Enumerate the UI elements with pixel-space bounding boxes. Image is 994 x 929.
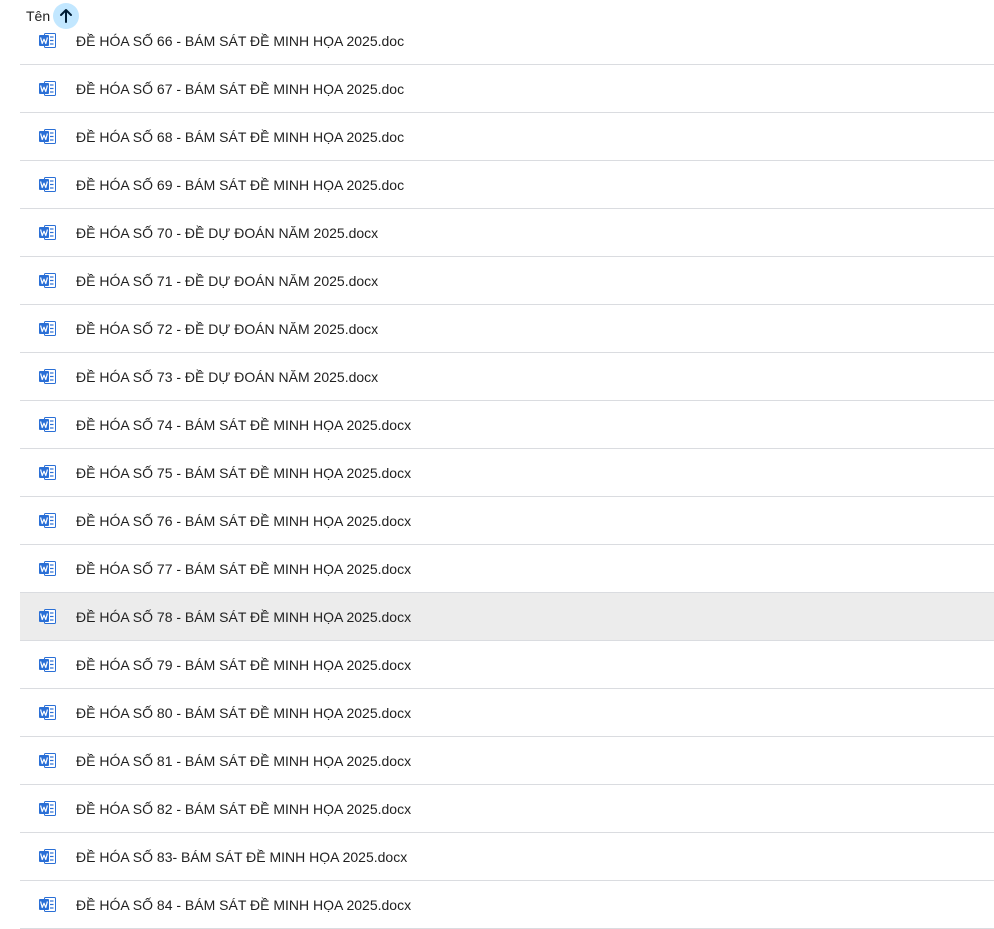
file-row-9[interactable]: ĐỀ HÓA SỐ 75 - BÁM SÁT ĐỀ MINH HỌA 2025.… bbox=[20, 449, 994, 497]
file-row-10[interactable]: ĐỀ HÓA SỐ 76 - BÁM SÁT ĐỀ MINH HỌA 2025.… bbox=[20, 497, 994, 545]
file-name[interactable]: ĐỀ HÓA SỐ 72 - ĐỀ DỰ ĐOÁN NĂM 2025.docx bbox=[76, 321, 378, 337]
file-row-16[interactable]: ĐỀ HÓA SỐ 82 - BÁM SÁT ĐỀ MINH HỌA 2025.… bbox=[20, 785, 994, 833]
word-doc-icon bbox=[39, 33, 56, 48]
word-doc-icon bbox=[39, 321, 56, 336]
file-row-18[interactable]: ĐỀ HÓA SỐ 84 - BÁM SÁT ĐỀ MINH HỌA 2025.… bbox=[20, 881, 994, 929]
arrow-up-icon bbox=[60, 9, 72, 23]
file-name[interactable]: ĐỀ HÓA SỐ 80 - BÁM SÁT ĐỀ MINH HỌA 2025.… bbox=[76, 705, 411, 721]
file-row-8[interactable]: ĐỀ HÓA SỐ 74 - BÁM SÁT ĐỀ MINH HỌA 2025.… bbox=[20, 401, 994, 449]
file-row-1[interactable]: ĐỀ HÓA SỐ 67 - BÁM SÁT ĐỀ MINH HỌA 2025.… bbox=[20, 65, 994, 113]
file-list: ĐỀ HÓA SỐ 66 - BÁM SÁT ĐỀ MINH HỌA 2025.… bbox=[20, 17, 994, 929]
file-name[interactable]: ĐỀ HÓA SỐ 67 - BÁM SÁT ĐỀ MINH HỌA 2025.… bbox=[76, 81, 404, 97]
name-column-label[interactable]: Tên bbox=[26, 8, 50, 24]
file-list-view: ĐỀ HÓA SỐ 66 - BÁM SÁT ĐỀ MINH HỌA 2025.… bbox=[0, 0, 994, 929]
file-row-4[interactable]: ĐỀ HÓA SỐ 70 - ĐỀ DỰ ĐOÁN NĂM 2025.docx bbox=[20, 209, 994, 257]
word-doc-icon bbox=[39, 609, 56, 624]
file-name[interactable]: ĐỀ HÓA SỐ 78 - BÁM SÁT ĐỀ MINH HỌA 2025.… bbox=[76, 609, 411, 625]
file-row-5[interactable]: ĐỀ HÓA SỐ 71 - ĐỀ DỰ ĐOÁN NĂM 2025.docx bbox=[20, 257, 994, 305]
file-name[interactable]: ĐỀ HÓA SỐ 69 - BÁM SÁT ĐỀ MINH HỌA 2025.… bbox=[76, 177, 404, 193]
file-name[interactable]: ĐỀ HÓA SỐ 76 - BÁM SÁT ĐỀ MINH HỌA 2025.… bbox=[76, 513, 411, 529]
file-row-14[interactable]: ĐỀ HÓA SỐ 80 - BÁM SÁT ĐỀ MINH HỌA 2025.… bbox=[20, 689, 994, 737]
file-row-6[interactable]: ĐỀ HÓA SỐ 72 - ĐỀ DỰ ĐOÁN NĂM 2025.docx bbox=[20, 305, 994, 353]
column-header: Tên bbox=[0, 0, 994, 32]
file-name[interactable]: ĐỀ HÓA SỐ 77 - BÁM SÁT ĐỀ MINH HỌA 2025.… bbox=[76, 561, 411, 577]
file-name[interactable]: ĐỀ HÓA SỐ 75 - BÁM SÁT ĐỀ MINH HỌA 2025.… bbox=[76, 465, 411, 481]
file-name[interactable]: ĐỀ HÓA SỐ 71 - ĐỀ DỰ ĐOÁN NĂM 2025.docx bbox=[76, 273, 378, 289]
file-name[interactable]: ĐỀ HÓA SỐ 81 - BÁM SÁT ĐỀ MINH HỌA 2025.… bbox=[76, 753, 411, 769]
word-doc-icon bbox=[39, 561, 56, 576]
file-row-11[interactable]: ĐỀ HÓA SỐ 77 - BÁM SÁT ĐỀ MINH HỌA 2025.… bbox=[20, 545, 994, 593]
file-name[interactable]: ĐỀ HÓA SỐ 83- BÁM SÁT ĐỀ MINH HỌA 2025.d… bbox=[76, 849, 407, 865]
word-doc-icon bbox=[39, 897, 56, 912]
file-name[interactable]: ĐỀ HÓA SỐ 79 - BÁM SÁT ĐỀ MINH HỌA 2025.… bbox=[76, 657, 411, 673]
file-row-7[interactable]: ĐỀ HÓA SỐ 73 - ĐỀ DỰ ĐOÁN NĂM 2025.docx bbox=[20, 353, 994, 401]
file-row-15[interactable]: ĐỀ HÓA SỐ 81 - BÁM SÁT ĐỀ MINH HỌA 2025.… bbox=[20, 737, 994, 785]
word-doc-icon bbox=[39, 129, 56, 144]
file-row-2[interactable]: ĐỀ HÓA SỐ 68 - BÁM SÁT ĐỀ MINH HỌA 2025.… bbox=[20, 113, 994, 161]
word-doc-icon bbox=[39, 417, 56, 432]
sort-ascending-button[interactable] bbox=[53, 3, 79, 29]
file-name[interactable]: ĐỀ HÓA SỐ 68 - BÁM SÁT ĐỀ MINH HỌA 2025.… bbox=[76, 129, 404, 145]
file-name[interactable]: ĐỀ HÓA SỐ 73 - ĐỀ DỰ ĐOÁN NĂM 2025.docx bbox=[76, 369, 378, 385]
word-doc-icon bbox=[39, 369, 56, 384]
file-name[interactable]: ĐỀ HÓA SỐ 84 - BÁM SÁT ĐỀ MINH HỌA 2025.… bbox=[76, 897, 411, 913]
file-name[interactable]: ĐỀ HÓA SỐ 74 - BÁM SÁT ĐỀ MINH HỌA 2025.… bbox=[76, 417, 411, 433]
file-name[interactable]: ĐỀ HÓA SỐ 66 - BÁM SÁT ĐỀ MINH HỌA 2025.… bbox=[76, 33, 404, 49]
word-doc-icon bbox=[39, 81, 56, 96]
word-doc-icon bbox=[39, 801, 56, 816]
word-doc-icon bbox=[39, 465, 56, 480]
word-doc-icon bbox=[39, 273, 56, 288]
word-doc-icon bbox=[39, 177, 56, 192]
word-doc-icon bbox=[39, 225, 56, 240]
word-doc-icon bbox=[39, 849, 56, 864]
file-name[interactable]: ĐỀ HÓA SỐ 82 - BÁM SÁT ĐỀ MINH HỌA 2025.… bbox=[76, 801, 411, 817]
file-row-17[interactable]: ĐỀ HÓA SỐ 83- BÁM SÁT ĐỀ MINH HỌA 2025.d… bbox=[20, 833, 994, 881]
file-row-3[interactable]: ĐỀ HÓA SỐ 69 - BÁM SÁT ĐỀ MINH HỌA 2025.… bbox=[20, 161, 994, 209]
file-row-13[interactable]: ĐỀ HÓA SỐ 79 - BÁM SÁT ĐỀ MINH HỌA 2025.… bbox=[20, 641, 994, 689]
word-doc-icon bbox=[39, 753, 56, 768]
word-doc-icon bbox=[39, 657, 56, 672]
file-name[interactable]: ĐỀ HÓA SỐ 70 - ĐỀ DỰ ĐOÁN NĂM 2025.docx bbox=[76, 225, 378, 241]
word-doc-icon bbox=[39, 705, 56, 720]
word-doc-icon bbox=[39, 513, 56, 528]
file-row-12[interactable]: ĐỀ HÓA SỐ 78 - BÁM SÁT ĐỀ MINH HỌA 2025.… bbox=[20, 593, 994, 641]
